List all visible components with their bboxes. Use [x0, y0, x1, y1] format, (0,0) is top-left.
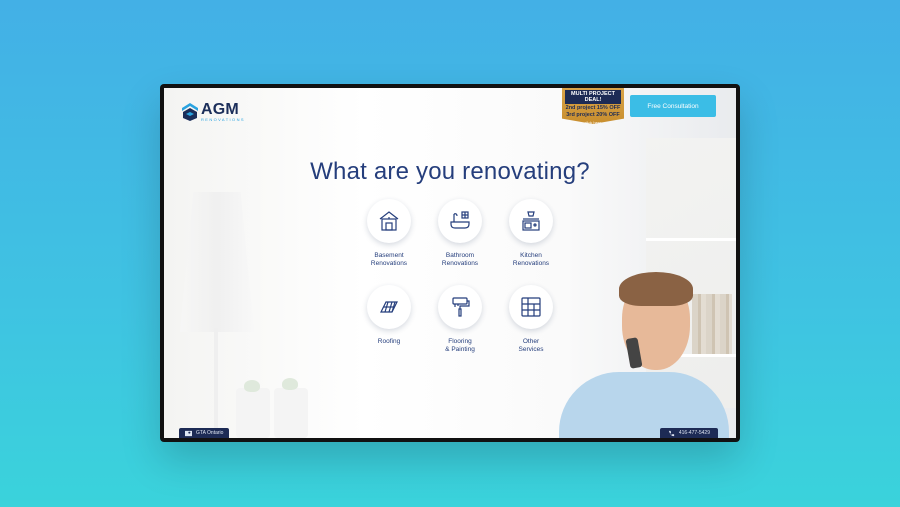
service-label: Other Services — [518, 338, 544, 353]
promo-line: 2nd project 15% OFF — [565, 105, 621, 111]
website-screen: AGM RENOVATIONS MULTI PROJECT DEAL! 2nd … — [164, 88, 736, 438]
promo-title: MULTI PROJECT DEAL! — [565, 90, 621, 104]
service-label: Roofing — [377, 338, 401, 345]
plant-pot — [236, 388, 270, 438]
phone-badge[interactable]: 416-477-5429 — [659, 428, 718, 438]
lamp-image — [180, 192, 254, 332]
service-icon-circle — [509, 199, 553, 243]
service-roofing[interactable]: Roofing — [354, 285, 424, 346]
person-hair — [619, 272, 693, 306]
brand-tagline: RENOVATIONS — [201, 117, 245, 122]
service-icon-circle — [509, 285, 553, 329]
service-other[interactable]: Other Services — [496, 285, 566, 354]
service-bathroom[interactable]: Bathroom Renovations — [425, 199, 495, 268]
promo-line: 3rd project 20% OFF — [566, 112, 620, 118]
device-frame: AGM RENOVATIONS MULTI PROJECT DEAL! 2nd … — [160, 84, 740, 442]
paint-roller-icon — [452, 297, 470, 317]
service-kitchen[interactable]: Kitchen Renovations — [496, 199, 566, 268]
page-title: What are you renovating? — [310, 158, 590, 186]
brand-name: AGM — [201, 101, 239, 118]
shelf-divider — [646, 238, 736, 241]
basement-icon — [379, 211, 399, 231]
service-icon-circle — [367, 199, 411, 243]
tools-icon — [521, 297, 541, 317]
phone-number: 416-477-5429 — [678, 430, 710, 436]
books-image — [692, 294, 732, 354]
kitchen-icon — [522, 211, 540, 231]
service-basement[interactable]: Basement Renovations — [354, 199, 424, 268]
logo-house-icon — [182, 103, 198, 121]
service-label: Basement Renovations — [370, 252, 408, 267]
free-consultation-button[interactable]: Free Consultation — [630, 95, 716, 117]
service-label: Flooring & Painting — [445, 338, 475, 353]
plant-leaf — [282, 378, 298, 390]
brand-logo[interactable]: AGM RENOVATIONS — [182, 102, 245, 122]
promo-ribbon[interactable]: MULTI PROJECT DEAL! 2nd project 15% OFF … — [562, 88, 624, 124]
plant-pot — [274, 388, 308, 438]
location-label: GTA Ontario — [196, 430, 224, 436]
phone-icon — [668, 430, 674, 436]
lamp-pole — [214, 328, 218, 438]
service-icon-circle — [438, 285, 482, 329]
service-icon-circle — [438, 199, 482, 243]
service-icon-circle — [367, 285, 411, 329]
roofing-icon — [380, 301, 398, 313]
map-icon — [185, 430, 192, 436]
location-badge[interactable]: GTA Ontario — [179, 428, 230, 438]
bathroom-icon — [450, 211, 470, 229]
plant-leaf — [244, 380, 260, 392]
service-label: Bathroom Renovations — [441, 252, 479, 267]
service-flooring-painting[interactable]: Flooring & Painting — [425, 285, 495, 354]
service-label: Kitchen Renovations — [512, 252, 550, 267]
promo-cta[interactable]: click here — [562, 120, 624, 124]
